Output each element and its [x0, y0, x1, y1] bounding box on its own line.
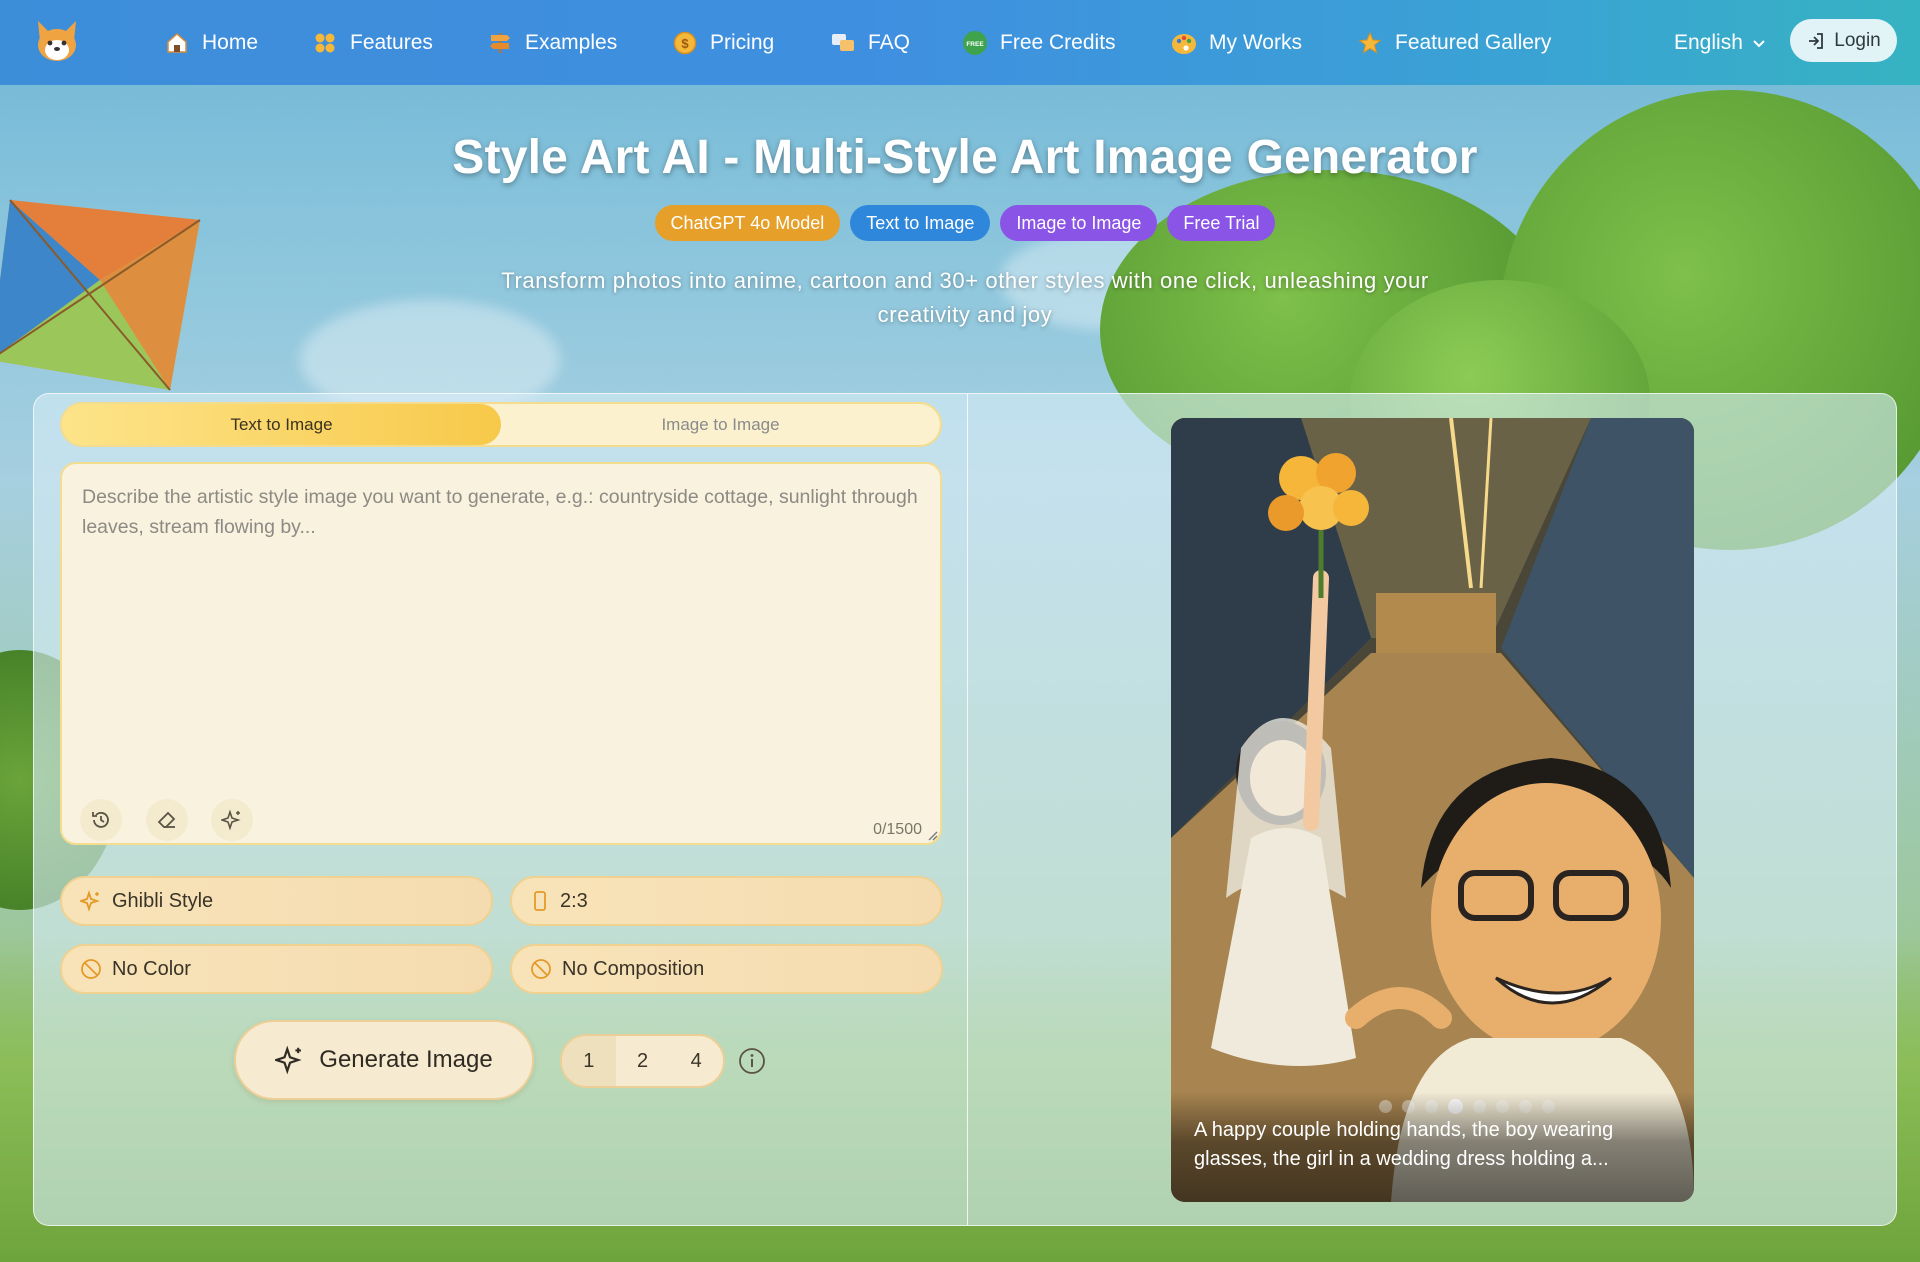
history-icon	[92, 812, 109, 828]
portrait-ratio-icon	[534, 891, 546, 911]
nav-features[interactable]: Features	[312, 0, 433, 85]
style-select-value: Ghibli Style	[112, 889, 214, 912]
nav-examples[interactable]: Examples	[487, 0, 617, 85]
badge-text-to-image: Text to Image	[850, 205, 991, 241]
svg-text:FREE: FREE	[966, 41, 984, 48]
example-caption: A happy couple holding hands, the boy we…	[1171, 1092, 1694, 1202]
no-sign-icon	[531, 959, 551, 979]
resize-handle-icon[interactable]	[926, 829, 938, 841]
free-badge-icon: FREE	[962, 30, 988, 56]
nav-pricing-label: Pricing	[710, 30, 775, 54]
style-select[interactable]: Ghibli Style	[60, 876, 493, 926]
sparkle-icon	[275, 1045, 302, 1075]
generate-image-button[interactable]: Generate Image	[234, 1020, 534, 1100]
grid-dots-icon	[312, 30, 338, 56]
tab-image-to-image[interactable]: Image to Image	[501, 404, 940, 445]
star-icon	[1357, 30, 1383, 56]
composition-select-value: No Composition	[562, 957, 705, 980]
nav-examples-label: Examples	[525, 30, 618, 54]
nav-features-label: Features	[350, 30, 433, 54]
generate-image-label: Generate Image	[319, 1046, 493, 1073]
enhance-prompt-button[interactable]	[211, 799, 253, 841]
palette-icon	[1171, 30, 1197, 56]
prompt-input[interactable]	[82, 482, 922, 782]
sparkle-icon	[80, 890, 100, 912]
color-select-value: No Color	[112, 957, 191, 980]
nav-faq[interactable]: FAQ	[830, 0, 910, 85]
top-nav-bar: Home Features Examples $ Pricing FAQ FRE…	[0, 0, 1920, 85]
history-button[interactable]	[80, 799, 122, 841]
prompt-box: 0/1500	[60, 462, 942, 845]
language-selector[interactable]: English	[1674, 0, 1767, 85]
chat-icon	[830, 30, 856, 56]
badge-chatgpt-model: ChatGPT 4o Model	[654, 205, 841, 241]
svg-text:$: $	[681, 36, 689, 51]
example-artwork-image	[1171, 418, 1694, 1202]
nav-my-works[interactable]: My Works	[1171, 0, 1302, 85]
page-subtitle: Transform photos into anime, cartoon and…	[501, 268, 1429, 327]
badge-image-to-image: Image to Image	[1000, 205, 1158, 241]
clear-button[interactable]	[146, 799, 188, 841]
aspect-ratio-value: 2:3	[560, 889, 588, 912]
eraser-icon	[157, 811, 176, 828]
no-sign-icon	[81, 959, 101, 979]
sparkle-icon	[221, 809, 241, 831]
signpost-icon	[487, 30, 513, 56]
nav-free-credits[interactable]: FREE Free Credits	[962, 0, 1116, 85]
count-option-4[interactable]: 4	[669, 1036, 723, 1086]
login-label: Login	[1834, 29, 1881, 51]
corgi-logo-icon[interactable]	[34, 19, 80, 63]
chevron-down-icon	[1753, 39, 1765, 47]
nav-free-credits-label: Free Credits	[1000, 30, 1116, 54]
nav-home-label: Home	[202, 30, 259, 54]
info-icon[interactable]	[737, 1046, 767, 1076]
composition-select[interactable]: No Composition	[510, 944, 943, 994]
coin-icon: $	[672, 30, 698, 56]
panel-divider	[967, 394, 968, 1225]
color-select[interactable]: No Color	[60, 944, 493, 994]
house-icon	[164, 30, 190, 56]
nav-pricing[interactable]: $ Pricing	[672, 0, 774, 85]
aspect-ratio-select[interactable]: 2:3	[510, 876, 943, 926]
nav-home[interactable]: Home	[164, 0, 258, 85]
tab-text-to-image[interactable]: Text to Image	[62, 404, 501, 445]
character-counter: 0/1500	[873, 821, 922, 838]
count-option-2[interactable]: 2	[616, 1036, 670, 1086]
badge-free-trial: Free Trial	[1167, 205, 1276, 241]
nav-faq-label: FAQ	[868, 30, 911, 54]
page-title: Style Art AI - Multi-Style Art Image Gen…	[452, 131, 1478, 184]
language-label: English	[1674, 30, 1743, 54]
nav-featured-gallery-label: Featured Gallery	[1395, 30, 1552, 54]
login-button[interactable]: Login	[1790, 19, 1897, 62]
login-icon	[1809, 32, 1824, 49]
image-count-selector: 1 2 4	[560, 1034, 725, 1088]
nav-featured-gallery[interactable]: Featured Gallery	[1357, 0, 1551, 85]
example-image-carousel[interactable]: A happy couple holding hands, the boy we…	[1171, 418, 1694, 1202]
feature-badges: ChatGPT 4o Model Text to Image Image to …	[0, 205, 1920, 241]
mode-tabs: Text to Image Image to Image	[60, 402, 942, 447]
nav-my-works-label: My Works	[1209, 30, 1302, 54]
count-option-1[interactable]: 1	[562, 1036, 616, 1086]
